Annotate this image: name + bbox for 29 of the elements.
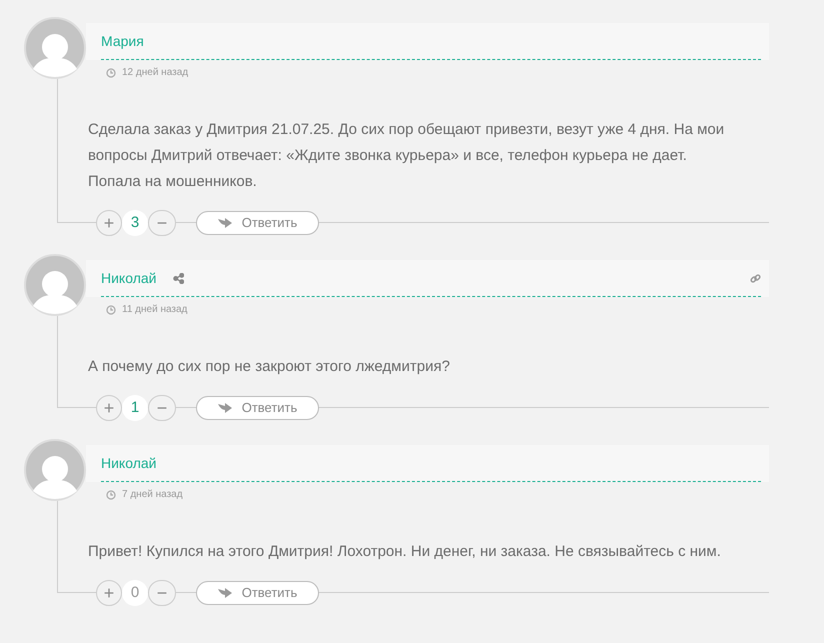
author-name[interactable]: Николай xyxy=(101,452,156,474)
vote-count: 3 xyxy=(122,210,148,236)
share-icon[interactable] xyxy=(173,272,184,284)
upvote-button[interactable]: + xyxy=(96,395,122,421)
comment-time: 7 дней назад xyxy=(122,488,183,502)
vote-count: 0 xyxy=(122,580,148,606)
downvote-button[interactable]: − xyxy=(148,580,176,606)
upvote-button[interactable]: + xyxy=(96,210,122,236)
comment-text: А почему до сих пор не закроют этого лжедмитрия? xyxy=(88,357,451,377)
clock-icon xyxy=(106,490,116,500)
upvote-button[interactable]: + xyxy=(96,580,122,606)
downvote-button[interactable]: − xyxy=(148,210,176,236)
comment-time: 12 дней назад xyxy=(122,66,188,80)
author-name[interactable]: Мария xyxy=(101,30,144,52)
reply-button[interactable]: Ответить xyxy=(196,211,319,235)
comment-text: Сделала заказ у Дмитрия 21.07.25. До сих пор обещают привезти, везут уже 4 дня. На мои вопросы Дмитрий отвечает: «Ждите звонка курьера» и все, телефон курьера не дает. Попала на мошенников. xyxy=(88,120,726,192)
reply-button[interactable]: Ответить xyxy=(196,581,319,605)
author-name[interactable]: Николай xyxy=(101,268,156,288)
clock-icon xyxy=(106,68,116,78)
reply-button[interactable]: Ответить xyxy=(196,396,319,420)
downvote-button[interactable]: − xyxy=(148,395,176,421)
reply-arrow-icon xyxy=(218,403,232,413)
reply-arrow-icon xyxy=(218,588,232,598)
reply-arrow-icon xyxy=(218,218,232,228)
comment-time: 11 дней назад xyxy=(122,303,188,317)
clock-icon xyxy=(106,304,116,314)
comment-text: Привет! Купился на этого Дмитрия! Лохотрон. Ни денег, ни заказа. Не связывайтесь с ним. xyxy=(88,542,722,562)
link-icon[interactable] xyxy=(750,272,761,284)
vote-count: 1 xyxy=(122,395,148,421)
